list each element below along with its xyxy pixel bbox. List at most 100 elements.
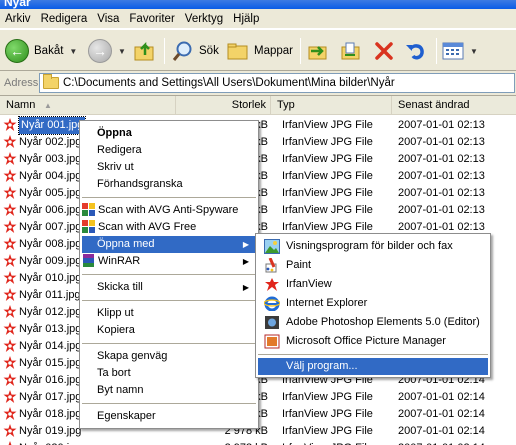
submenu-item-image-viewer[interactable]: Visningsprogram för bilder och fax <box>258 237 488 256</box>
menu-item-edit[interactable]: Redigera <box>82 142 256 159</box>
file-type: IrfanView JPG File <box>282 153 373 165</box>
irfanview-file-icon <box>3 220 17 234</box>
chevron-down-icon[interactable]: ▼ <box>470 47 478 56</box>
submenu-arrow-icon: ▶ <box>242 240 249 249</box>
menu-item-properties[interactable]: Egenskaper <box>82 408 256 425</box>
submenu-item-irfanview[interactable]: IrfanView <box>258 275 488 294</box>
file-type: IrfanView JPG File <box>282 440 373 445</box>
file-type: IrfanView JPG File <box>282 408 373 420</box>
submenu-item-choose-program[interactable]: Välj program... <box>258 358 488 375</box>
file-type: IrfanView JPG File <box>282 187 373 199</box>
up-folder-button[interactable] <box>134 38 156 64</box>
irfanview-file-icon <box>3 135 17 149</box>
file-name: Nyår 020.jpg <box>19 440 81 445</box>
menu-item-open[interactable]: Öppna <box>82 125 256 142</box>
picture-manager-icon <box>264 334 280 349</box>
image-viewer-icon <box>264 239 280 254</box>
delete-x-icon <box>373 40 395 62</box>
submenu-arrow-icon: ▶ <box>242 257 249 266</box>
irfanview-icon <box>265 278 279 291</box>
menu-item-send-to[interactable]: Skicka till ▶ <box>82 279 256 296</box>
toolbar: ← Bakåt ▼ → ▼ Sök Mappar ▼ <box>0 29 516 71</box>
menu-bar: Arkiv Redigera Visa Favoriter Verktyg Hj… <box>0 9 516 29</box>
chevron-down-icon[interactable]: ▼ <box>69 47 77 56</box>
folders-button[interactable]: Mappar <box>227 38 293 64</box>
menu-item-preview[interactable]: Förhandsgranska <box>82 176 256 193</box>
forward-button[interactable]: → ▼ <box>88 38 126 64</box>
file-type: IrfanView JPG File <box>282 391 373 403</box>
submenu-item-choose-program-label: Välj program... <box>286 360 358 372</box>
views-button[interactable]: ▼ <box>442 38 478 64</box>
irfanview-file-icon <box>3 254 17 268</box>
menu-item-avg-spyware[interactable]: Scan with AVG Anti-Spyware <box>82 202 256 219</box>
undo-icon <box>404 40 426 62</box>
file-type: IrfanView JPG File <box>282 136 373 148</box>
file-name: Nyår 016.jpg <box>19 374 82 386</box>
menu-item-cut[interactable]: Klipp ut <box>82 305 256 322</box>
irfanview-file-icon <box>3 169 17 183</box>
menu-favoriter[interactable]: Favoriter <box>124 13 179 25</box>
menu-item-avg-free-label: Scan with AVG Free <box>98 221 197 233</box>
submenu-item-internet-explorer[interactable]: Internet Explorer <box>258 294 488 313</box>
search-button[interactable]: Sök <box>172 38 219 64</box>
internet-explorer-icon <box>264 296 280 311</box>
menu-hjalp[interactable]: Hjälp <box>228 13 264 25</box>
column-date[interactable]: Senast ändrad <box>392 96 516 115</box>
column-date-label: Senast ändrad <box>398 99 470 111</box>
menu-item-delete[interactable]: Ta bort <box>82 365 256 382</box>
sort-up-icon: ▲ <box>44 101 52 110</box>
menu-item-create-shortcut[interactable]: Skapa genväg <box>82 348 256 365</box>
file-size: 2 978 kB <box>225 440 268 445</box>
file-date: 2007-01-01 02:13 <box>398 204 485 216</box>
irfanview-file-icon <box>3 305 17 319</box>
menu-item-print[interactable]: Skriv ut <box>82 159 256 176</box>
menu-verktyg[interactable]: Verktyg <box>180 13 228 25</box>
irfanview-file-icon <box>3 339 17 353</box>
file-date: 2007-01-01 02:13 <box>398 119 485 131</box>
chevron-down-icon[interactable]: ▼ <box>118 47 126 56</box>
menu-arkiv[interactable]: Arkiv <box>0 13 36 25</box>
back-button[interactable]: ← Bakåt ▼ <box>5 38 77 64</box>
file-type: IrfanView JPG File <box>282 170 373 182</box>
delete-button[interactable] <box>373 38 395 64</box>
copy-to-button[interactable] <box>340 38 362 64</box>
file-name: Nyår 015.jpg <box>19 357 82 369</box>
file-date: 2007-01-01 02:14 <box>398 440 485 445</box>
search-label: Sök <box>199 45 219 57</box>
folder-icon <box>43 74 59 89</box>
submenu-item-paint[interactable]: Paint <box>258 256 488 275</box>
move-to-folder-icon <box>307 40 329 62</box>
file-row[interactable]: Nyår 020.jpg 2 978 kB IrfanView JPG File 20… <box>0 440 516 445</box>
menu-redigera[interactable]: Redigera <box>36 13 93 25</box>
submenu-item-photoshop-elements[interactable]: Adobe Photoshop Elements 5.0 (Editor) <box>258 313 488 332</box>
address-label: Adress <box>4 77 39 89</box>
winrar-icon <box>83 254 94 267</box>
submenu-item-picture-manager[interactable]: Microsoft Office Picture Manager <box>258 332 488 351</box>
file-name: Nyår 019.jpg <box>19 425 82 437</box>
column-name[interactable]: Namn ▲ <box>0 96 176 115</box>
menu-item-copy[interactable]: Kopiera <box>82 322 256 339</box>
menu-separator <box>82 300 256 301</box>
move-to-button[interactable] <box>307 38 329 64</box>
file-name: Nyår 011.jpg <box>19 289 81 301</box>
column-size[interactable]: Storlek <box>176 96 271 115</box>
menu-separator <box>258 354 488 355</box>
address-field[interactable]: C:\Documents and Settings\All Users\Doku… <box>39 73 515 93</box>
menu-item-open-with[interactable]: Öppna med ▶ <box>82 236 256 253</box>
toolbar-separator <box>300 38 301 64</box>
column-type[interactable]: Typ <box>271 96 392 115</box>
column-type-label: Typ <box>277 99 295 111</box>
menu-visa[interactable]: Visa <box>92 13 124 25</box>
file-date: 2007-01-01 02:13 <box>398 136 485 148</box>
menu-item-winrar[interactable]: WinRAR ▶ <box>82 253 256 270</box>
file-date: 2007-01-01 02:14 <box>398 391 485 403</box>
folders-icon <box>227 40 249 62</box>
menu-item-avg-free[interactable]: Scan with AVG Free <box>82 219 256 236</box>
irfanview-file-icon <box>3 237 17 251</box>
undo-button[interactable] <box>404 38 426 64</box>
file-date: 2007-01-01 02:14 <box>398 408 485 420</box>
folders-label: Mappar <box>254 45 293 57</box>
menu-item-rename[interactable]: Byt namn <box>82 382 256 399</box>
file-name: Nyår 012.jpg <box>19 306 82 318</box>
file-name: Nyår 001.jpg <box>17 116 87 135</box>
